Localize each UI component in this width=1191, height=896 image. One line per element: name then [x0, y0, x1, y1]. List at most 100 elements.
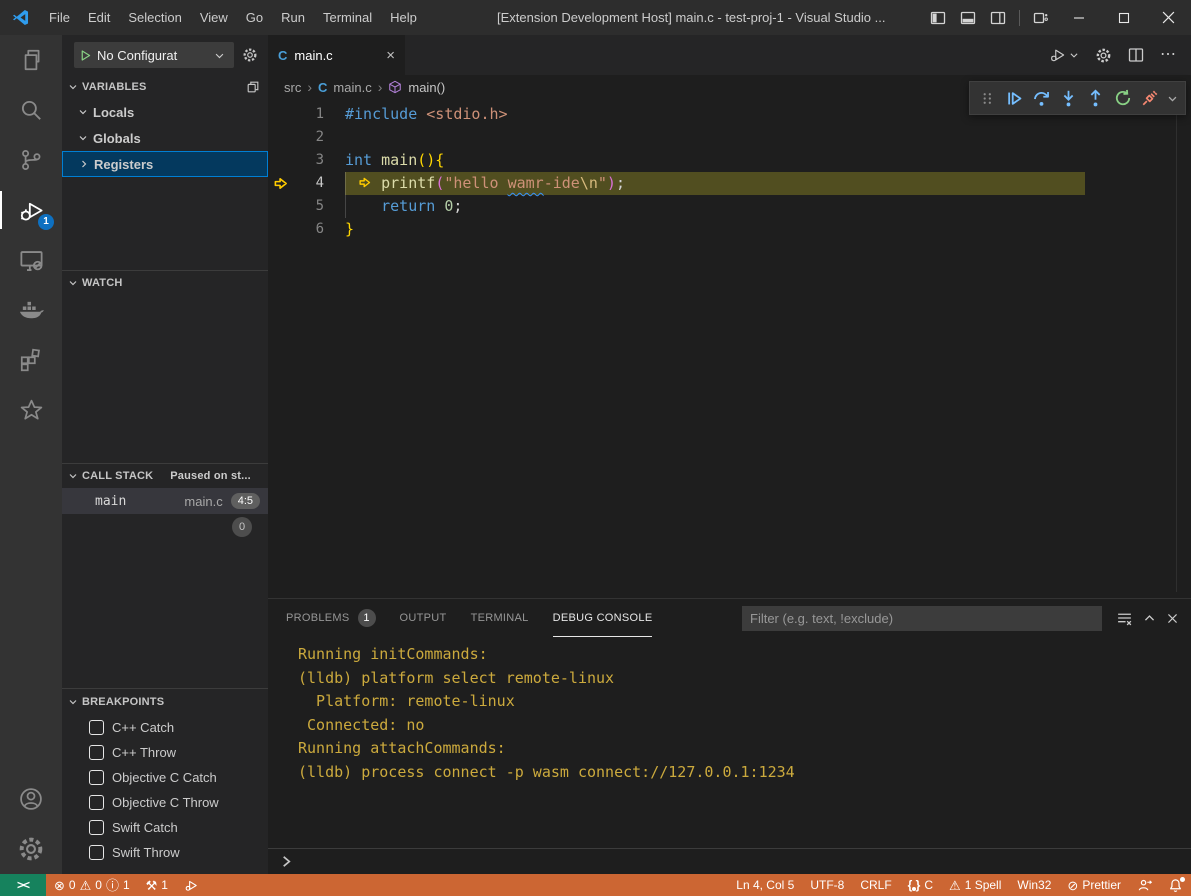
close-window-icon[interactable]	[1146, 0, 1191, 35]
call-stack-header[interactable]: CALL STACK Paused on st...	[62, 464, 268, 488]
breakpoint-item[interactable]: Objective C Catch	[62, 765, 268, 790]
console-filter-input[interactable]	[742, 606, 1102, 631]
feedback-status[interactable]	[1129, 874, 1160, 896]
encoding[interactable]: UTF-8	[802, 874, 852, 896]
code-line-5[interactable]: 5 return 0;	[268, 195, 1191, 218]
breakpoint-item[interactable]: C++ Catch	[62, 715, 268, 740]
copy-icon[interactable]	[246, 80, 260, 94]
menu-item-terminal[interactable]: Terminal	[314, 0, 381, 35]
menu-item-selection[interactable]: Selection	[119, 0, 190, 35]
notifications-status[interactable]	[1160, 874, 1191, 896]
tab-problems[interactable]: PROBLEMS 1	[286, 599, 376, 637]
breadcrumb-file[interactable]: main.c	[333, 80, 371, 95]
launch-settings-gear-icon[interactable]	[242, 47, 258, 63]
code-editor[interactable]: 1#include <stdio.h>23int main(){4 printf…	[268, 99, 1191, 598]
toggle-sidebar-icon[interactable]	[923, 0, 953, 35]
menu-item-run[interactable]: Run	[272, 0, 314, 35]
line-number: 1	[294, 103, 324, 126]
explorer-icon[interactable]	[0, 35, 62, 85]
platform-status[interactable]: Win32	[1009, 874, 1059, 896]
maximize-icon[interactable]	[1101, 0, 1146, 35]
toolbar-grip-icon[interactable]	[974, 85, 1001, 111]
disconnect-icon[interactable]	[1136, 85, 1163, 111]
debug-console-output[interactable]: Running initCommands:(lldb) platform sel…	[268, 637, 1191, 848]
toggle-panel-icon[interactable]	[953, 0, 983, 35]
breakpoint-checkbox[interactable]	[89, 720, 104, 735]
breadcrumb-symbol[interactable]: main()	[408, 80, 445, 95]
step-out-icon[interactable]	[1082, 85, 1109, 111]
breakpoint-checkbox[interactable]	[89, 745, 104, 760]
remote-indicator[interactable]: ><	[0, 874, 46, 896]
watch-header[interactable]: WATCH	[62, 271, 268, 295]
restart-icon[interactable]	[1109, 85, 1136, 111]
formatter-status[interactable]: ⊘ Prettier	[1059, 874, 1129, 896]
minimize-icon[interactable]	[1056, 0, 1101, 35]
account-icon[interactable]	[0, 774, 62, 824]
customize-layout-icon[interactable]	[1026, 0, 1056, 35]
breakpoint-checkbox[interactable]	[89, 795, 104, 810]
breakpoint-checkbox[interactable]	[89, 845, 104, 860]
code-line-6[interactable]: 6}	[268, 218, 1191, 241]
docker-icon[interactable]	[0, 285, 62, 335]
spell-warning-icon: ⚠	[949, 879, 961, 892]
code-line-2[interactable]: 2	[268, 126, 1191, 149]
breakpoint-item[interactable]: C++ Throw	[62, 740, 268, 765]
code-line-3[interactable]: 3int main(){	[268, 149, 1191, 172]
spell-status[interactable]: ⚠ 1 Spell	[941, 874, 1009, 896]
editor-settings-gear-icon[interactable]	[1095, 47, 1112, 64]
breakpoint-checkbox[interactable]	[89, 820, 104, 835]
debug-config-dropdown[interactable]: No Configurat	[74, 42, 234, 68]
toggle-secondary-sidebar-icon[interactable]	[983, 0, 1013, 35]
tab-terminal[interactable]: TERMINAL	[471, 599, 529, 637]
split-editor-icon[interactable]	[1128, 47, 1144, 63]
menu-item-go[interactable]: Go	[237, 0, 272, 35]
tab-main-c[interactable]: C main.c ×	[268, 35, 405, 75]
step-over-icon[interactable]	[1028, 85, 1055, 111]
breakpoint-item[interactable]: Swift Throw	[62, 840, 268, 865]
settings-gear-icon[interactable]	[0, 824, 62, 874]
tab-label: main.c	[294, 48, 332, 63]
toolbar-chevron-icon[interactable]	[1163, 85, 1181, 111]
breakpoint-item[interactable]: Swift Catch	[62, 815, 268, 840]
tab-debug-console[interactable]: DEBUG CONSOLE	[553, 599, 653, 637]
problems-status[interactable]: ⊗0 ⚠0 ⓘ1	[46, 874, 138, 896]
tab-output[interactable]: OUTPUT	[400, 599, 447, 637]
remote-explorer-icon[interactable]	[0, 235, 62, 285]
menu-item-file[interactable]: File	[40, 0, 79, 35]
code-line-4[interactable]: 4 printf("hello wamr-ide\n");	[268, 172, 1191, 195]
breadcrumb-folder[interactable]: src	[284, 80, 301, 95]
variables-header[interactable]: VARIABLES	[62, 75, 268, 99]
language-mode[interactable]: { } C	[900, 874, 941, 896]
close-panel-icon[interactable]	[1166, 612, 1179, 625]
menu-item-edit[interactable]: Edit	[79, 0, 119, 35]
eol-sequence[interactable]: CRLF	[852, 874, 899, 896]
star-icon[interactable]	[0, 385, 62, 435]
line-number: 5	[294, 195, 324, 218]
maximize-panel-icon[interactable]	[1143, 612, 1156, 625]
scope-globals[interactable]: Globals	[62, 125, 268, 151]
debug-console-input[interactable]	[268, 848, 1191, 874]
editor-scrollbar[interactable]	[1176, 99, 1177, 592]
menu-item-help[interactable]: Help	[381, 0, 426, 35]
more-actions-icon[interactable]: ⋯	[1160, 50, 1177, 60]
scope-registers[interactable]: Registers	[62, 151, 268, 177]
debug-status[interactable]	[176, 874, 207, 896]
extensions-icon[interactable]	[0, 335, 62, 385]
run-and-debug-icon[interactable]: 1	[0, 185, 62, 235]
menu-item-view[interactable]: View	[191, 0, 237, 35]
breakpoint-checkbox[interactable]	[89, 770, 104, 785]
cursor-position[interactable]: Ln 4, Col 5	[728, 874, 802, 896]
clear-console-icon[interactable]	[1116, 610, 1133, 627]
run-or-debug-button[interactable]	[1049, 46, 1079, 64]
tab-close-icon[interactable]: ×	[386, 48, 395, 63]
source-control-icon[interactable]	[0, 135, 62, 185]
continue-icon[interactable]	[1001, 85, 1028, 111]
tools-status[interactable]: ⚒1	[138, 874, 176, 896]
step-into-icon[interactable]	[1055, 85, 1082, 111]
breakpoints-header[interactable]: BREAKPOINTS	[62, 689, 268, 715]
scope-locals[interactable]: Locals	[62, 99, 268, 125]
chevron-down-icon	[1069, 50, 1079, 60]
breakpoint-item[interactable]: Objective C Throw	[62, 790, 268, 815]
search-icon[interactable]	[0, 85, 62, 135]
stack-frame-row[interactable]: main main.c 4:5	[62, 488, 268, 514]
